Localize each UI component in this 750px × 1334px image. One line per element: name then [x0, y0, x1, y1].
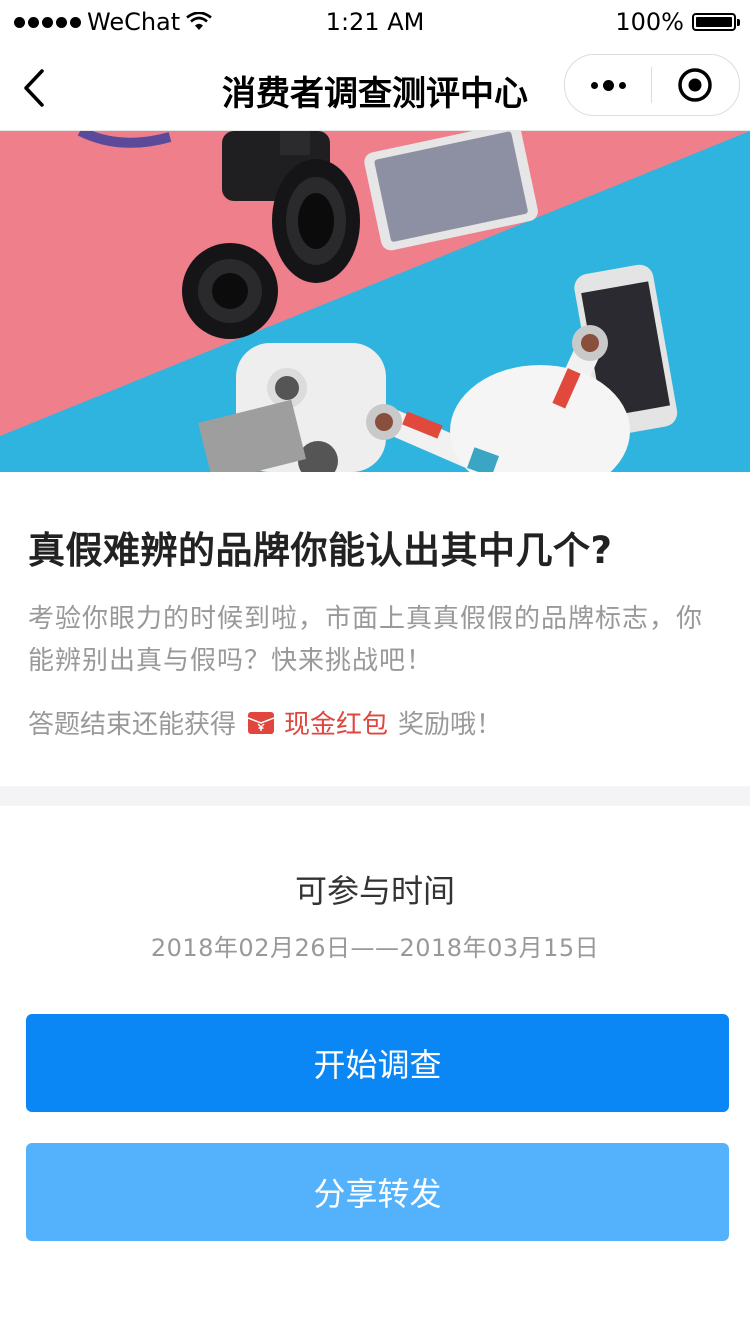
section-divider [0, 786, 750, 806]
schedule-title: 可参与时间 [294, 872, 455, 910]
reward-prefix: 答题结束还能获得 [28, 710, 237, 740]
battery-percent: 100% [615, 8, 684, 36]
status-bar: WeChat 1:21 AM 100% [0, 0, 750, 46]
schedule-range: 2018年02月26日——2018年03月15日 [150, 934, 600, 962]
close-button[interactable] [652, 55, 738, 115]
start-survey-button[interactable]: 开始调查 [26, 1014, 729, 1112]
mini-program-capsule [564, 54, 740, 116]
nav-bar: 消费者调查测评中心 [0, 46, 750, 131]
target-close-icon [678, 68, 712, 102]
intro-section: 真假难辨的品牌你能认出其中几个? 考验你眼力的时候到啦，市面上真真假假的品牌标志… [0, 472, 750, 786]
status-right: 100% [615, 8, 740, 36]
reward-line: 答题结束还能获得 现金红包 奖励哦！ [28, 704, 502, 741]
intro-description: 考验你眼力的时候到啦，市面上真真假假的品牌标志，你能辨别出真与假吗？快来挑战吧！ [28, 604, 704, 676]
reward-suffix: 奖励哦！ [398, 710, 503, 740]
banner-image [0, 131, 750, 472]
red-envelope-icon [248, 711, 275, 734]
intro-headline: 真假难辨的品牌你能认出其中几个? [28, 529, 613, 572]
more-button[interactable] [565, 55, 651, 115]
battery-icon [692, 13, 740, 31]
more-dots-icon [590, 79, 626, 91]
reward-highlight: 现金红包 [284, 710, 389, 740]
share-button[interactable]: 分享转发 [26, 1143, 729, 1241]
